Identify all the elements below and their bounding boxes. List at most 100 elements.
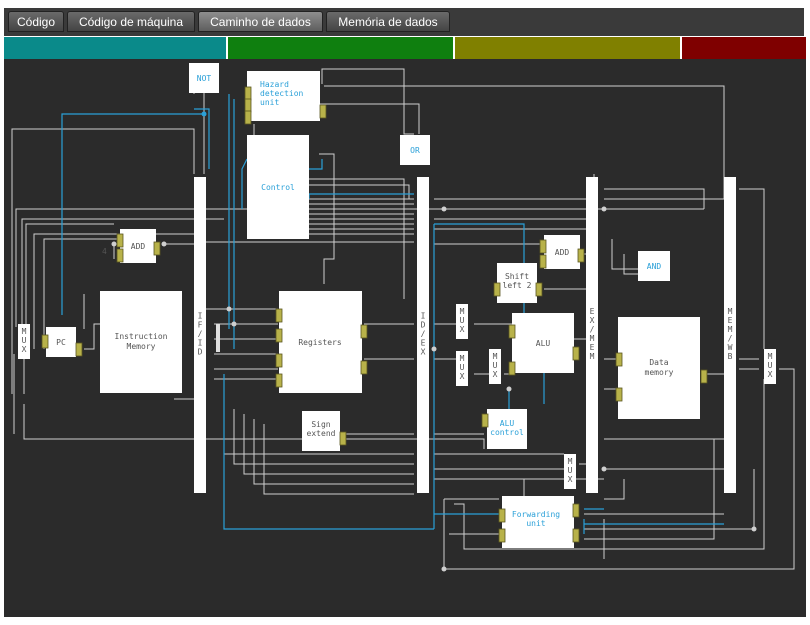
ex-mem-register-label: / xyxy=(590,325,595,334)
forward-b-mux-label: M xyxy=(460,354,465,363)
mem-wb-register-label: M xyxy=(728,307,733,316)
alu-control-label: control xyxy=(490,428,524,437)
shift-left-port-out xyxy=(535,282,543,297)
pc-adder-port-out xyxy=(153,241,161,256)
tab-memoria-de-dados[interactable]: Memória de dados xyxy=(326,11,450,32)
hazard-port-2 xyxy=(244,98,252,113)
id-ex-register-label: X xyxy=(421,348,426,357)
ex-mem-register-label: E xyxy=(590,343,595,352)
ex-mem-register-label: M xyxy=(590,334,595,343)
data-memory-label: Data xyxy=(649,358,668,367)
alu-src-mux-label: U xyxy=(493,361,498,370)
branch-adder-label: ADD xyxy=(555,248,570,257)
id-ex-register-label: I xyxy=(421,312,426,321)
ex-mem-register-label: X xyxy=(590,316,595,325)
forwarding-port-4 xyxy=(572,528,580,543)
pc-port-in xyxy=(41,334,49,349)
branch-adder-port-1 xyxy=(539,239,547,254)
mem-wb-register-label: E xyxy=(728,316,733,325)
mem-wb-register-label: W xyxy=(728,343,733,352)
shift-left-label: Shift xyxy=(505,272,529,281)
branch-adder-port-out xyxy=(577,248,585,263)
mem-to-reg-mux-label: M xyxy=(768,352,773,361)
mem-to-reg-mux-label: X xyxy=(768,370,773,379)
registers-label: Registers xyxy=(298,338,342,347)
data-memory-port-out xyxy=(700,369,708,384)
data-memory-port-addr xyxy=(615,352,623,367)
alu-src-mux-label: X xyxy=(493,370,498,379)
forwarding-port-1 xyxy=(498,508,506,523)
mem-to-reg-mux-label: U xyxy=(768,361,773,370)
registers-port-1 xyxy=(275,308,283,323)
if-id-register-label: I xyxy=(198,339,203,348)
id-ex-register-label: / xyxy=(421,330,426,339)
mem-wb-register-label: B xyxy=(728,352,733,361)
id-ex-register-label: D xyxy=(421,321,426,330)
ex-mem-register-label: E xyxy=(590,307,595,316)
forward-b-mux-label: X xyxy=(460,372,465,381)
registers-port-2 xyxy=(275,328,283,343)
stage-id-indicator xyxy=(228,37,453,59)
registers-port-4 xyxy=(275,373,283,388)
id-ex-register-label: E xyxy=(421,339,426,348)
alu-control-label: ALU xyxy=(500,419,515,428)
pc-adder-port-1 xyxy=(116,233,124,248)
datapath-canvas: I F / I D I D / E X E X / M E M M E M / W B NOT Hazard detection… xyxy=(4,59,806,617)
alu-label: ALU xyxy=(536,339,551,348)
hazard-port-1 xyxy=(244,86,252,101)
stage-mem-indicator xyxy=(682,37,806,59)
control-label: Control xyxy=(261,183,295,192)
mem-wb-register-label: M xyxy=(728,325,733,334)
forwarding-unit-label: Forwarding xyxy=(512,510,560,519)
hazard-detection-label: unit xyxy=(260,98,279,107)
if-id-register-label: D xyxy=(198,348,203,357)
pc-label: PC xyxy=(56,338,66,347)
sign-extend-label: Sign xyxy=(311,420,330,429)
forwarding-unit-label: unit xyxy=(526,519,545,528)
instruction-memory-label: Instruction xyxy=(115,332,168,341)
forward-a-mux-label: U xyxy=(460,316,465,325)
constant-four: 4 xyxy=(102,247,107,256)
data-memory-label: memory xyxy=(645,368,674,377)
if-id-register-label: F xyxy=(198,321,203,330)
mem-wb-register-label: / xyxy=(728,334,733,343)
alu-port-a xyxy=(508,324,516,339)
not-gate-label: NOT xyxy=(197,74,212,83)
pipeline-stage-bar xyxy=(0,37,810,59)
pc-source-mux-label: X xyxy=(22,345,27,354)
hazard-detection-label: detection xyxy=(260,89,304,98)
forward-a-mux-label: M xyxy=(460,307,465,316)
reg-dst-mux-label: M xyxy=(568,457,573,466)
tab-caminho-de-dados[interactable]: Caminho de dados xyxy=(198,11,323,32)
hazard-port-out xyxy=(319,104,327,119)
hazard-port-3 xyxy=(244,110,252,125)
reg-dst-mux-label: U xyxy=(568,466,573,475)
data-memory-port-write xyxy=(615,387,623,402)
registers-out-1 xyxy=(360,324,368,339)
forwarding-port-2 xyxy=(498,528,506,543)
alu-control-port-in xyxy=(481,413,489,428)
pc-adder-label: ADD xyxy=(131,242,146,251)
shift-left-label: left 2 xyxy=(503,281,532,290)
pc-port-out xyxy=(75,342,83,357)
ex-mem-register-label: M xyxy=(590,352,595,361)
instruction-memory-label: Memory xyxy=(127,342,156,351)
registers-out-2 xyxy=(360,360,368,375)
pc-source-mux-label: M xyxy=(22,327,27,336)
alu-src-mux-label: M xyxy=(493,352,498,361)
if-id-register-label: I xyxy=(198,312,203,321)
branch-adder-port-2 xyxy=(539,254,547,269)
and-gate-label: AND xyxy=(647,262,662,271)
registers-port-3 xyxy=(275,353,283,368)
tab-codigo[interactable]: Código xyxy=(8,11,64,32)
datapath-blocks: IF/IDID/EXEX/MEMMEM/WBNOTHazarddetection… xyxy=(18,63,776,548)
pc-source-mux-label: U xyxy=(22,336,27,345)
alu-port-b xyxy=(508,361,516,376)
tab-codigo-de-maquina[interactable]: Código de máquina xyxy=(67,11,195,32)
hazard-detection-label: Hazard xyxy=(260,80,289,89)
forward-b-mux-label: U xyxy=(460,363,465,372)
datapath-diagram: IF/IDID/EXEX/MEMMEM/WBNOTHazarddetection… xyxy=(11,63,795,572)
forwarding-port-3 xyxy=(572,503,580,518)
sign-extend-label: extend xyxy=(307,429,336,438)
or-gate-label: OR xyxy=(410,146,420,155)
